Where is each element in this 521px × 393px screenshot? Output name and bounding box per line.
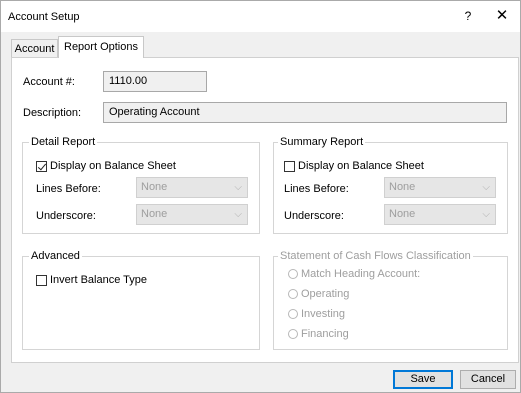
advanced-title: Advanced — [29, 250, 82, 262]
summary-underscore-value: None — [389, 208, 416, 220]
summary-report-title: Summary Report — [278, 136, 366, 148]
chevron-down-icon: ⌵ — [482, 209, 490, 220]
account-number-label: Account #: — [23, 76, 75, 88]
radio-match-heading-label: Match Heading Account: — [301, 268, 421, 280]
checkbox-unchecked-icon — [284, 160, 295, 172]
description-label: Description: — [23, 107, 82, 119]
radio-operating-label: Operating — [301, 288, 350, 300]
radio-match-heading-account[interactable]: Match Heading Account: — [288, 268, 420, 280]
title-bar: Account Setup ? ✕ — [1, 1, 520, 32]
radio-circle-icon — [288, 329, 298, 339]
account-setup-dialog: Account Setup ? ✕ Account Report Options… — [0, 0, 521, 393]
summary-display-on-balance-sheet-checkbox[interactable]: Display on Balance Sheet — [284, 160, 424, 172]
detail-display-on-balance-sheet-checkbox[interactable]: Display on Balance Sheet — [36, 160, 176, 172]
detail-underscore-select[interactable]: None ⌵ — [136, 204, 248, 225]
checkbox-unchecked-icon — [36, 274, 47, 286]
checkbox-checked-icon — [36, 160, 47, 172]
radio-investing-label: Investing — [301, 308, 346, 320]
save-button[interactable]: Save — [393, 370, 453, 389]
detail-lines-before-value: None — [141, 181, 168, 193]
help-button[interactable]: ? — [461, 9, 475, 23]
cash-flows-title: Statement of Cash Flows Classification — [278, 250, 473, 262]
tab-account[interactable]: Account — [11, 39, 58, 57]
account-number-field: 1110.00 — [103, 71, 207, 92]
description-field: Operating Account — [103, 102, 507, 123]
chevron-down-icon: ⌵ — [234, 209, 242, 220]
detail-underscore-label: Underscore: — [36, 210, 96, 222]
radio-financing[interactable]: Financing — [288, 328, 349, 340]
radio-circle-icon — [288, 309, 298, 319]
cancel-button[interactable]: Cancel — [460, 370, 516, 389]
summary-display-label: Display on Balance Sheet — [298, 160, 424, 172]
summary-lines-before-value: None — [389, 181, 416, 193]
tab-report-options[interactable]: Report Options — [58, 36, 144, 58]
detail-underscore-value: None — [141, 208, 168, 220]
chevron-down-icon: ⌵ — [234, 182, 242, 193]
radio-circle-icon — [288, 289, 298, 299]
chevron-down-icon: ⌵ — [482, 182, 490, 193]
detail-lines-before-label: Lines Before: — [36, 183, 101, 195]
summary-underscore-label: Underscore: — [284, 210, 344, 222]
radio-investing[interactable]: Investing — [288, 308, 345, 320]
invert-balance-type-label: Invert Balance Type — [50, 274, 148, 286]
advanced-group — [22, 256, 260, 350]
report-options-panel: Account #: 1110.00 Description: Operatin… — [11, 57, 519, 363]
detail-lines-before-select[interactable]: None ⌵ — [136, 177, 248, 198]
summary-lines-before-select[interactable]: None ⌵ — [384, 177, 496, 198]
summary-underscore-select[interactable]: None ⌵ — [384, 204, 496, 225]
radio-operating[interactable]: Operating — [288, 288, 349, 300]
close-button[interactable]: ✕ — [491, 6, 513, 24]
radio-financing-label: Financing — [301, 328, 349, 340]
detail-display-label: Display on Balance Sheet — [50, 160, 176, 172]
radio-circle-icon — [288, 269, 298, 279]
invert-balance-type-checkbox[interactable]: Invert Balance Type — [36, 274, 147, 286]
detail-report-title: Detail Report — [29, 136, 98, 148]
summary-lines-before-label: Lines Before: — [284, 183, 349, 195]
window-title: Account Setup — [8, 11, 80, 23]
